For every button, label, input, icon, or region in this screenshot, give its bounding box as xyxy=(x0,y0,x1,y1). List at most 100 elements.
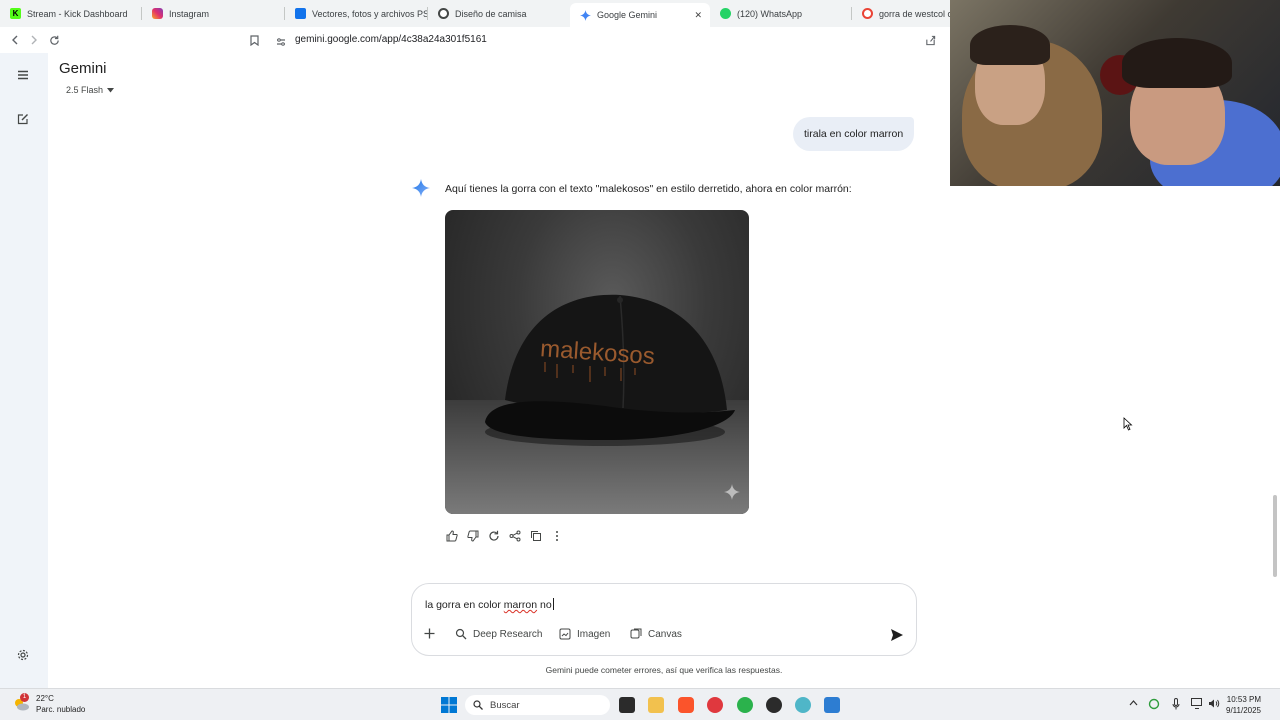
tab-diseno-camisa[interactable]: Diseño de camisa xyxy=(428,0,570,27)
tab-label: Google Gemini xyxy=(597,10,658,20)
scrollbar-thumb[interactable] xyxy=(1273,495,1277,577)
send-icon[interactable] xyxy=(890,628,906,644)
prompt-input[interactable]: la gorra en color marron no xyxy=(425,598,554,611)
webcam-overlay xyxy=(950,0,1280,186)
tab-instagram[interactable]: Instagram xyxy=(142,0,285,27)
browser-toolbar: gemini.google.com/app/4c38a24a301f5161 xyxy=(0,27,950,53)
imagen-button[interactable]: Imagen xyxy=(559,628,610,640)
deep-research-label: Deep Research xyxy=(473,628,543,640)
canvas-label: Canvas xyxy=(648,628,682,640)
disclaimer-text: Gemini puede cometer errores, así que ve… xyxy=(545,665,783,675)
deep-research-button[interactable]: Deep Research xyxy=(455,628,542,640)
more-options-icon[interactable] xyxy=(550,529,563,542)
person-left-hair xyxy=(970,25,1050,65)
settings-icon[interactable] xyxy=(17,649,29,664)
tab-kick-dashboard[interactable]: K Stream - Kick Dashboard xyxy=(0,0,142,27)
tray-volume-icon[interactable] xyxy=(1208,698,1220,712)
model-selector[interactable]: 2.5 Flash xyxy=(60,82,120,97)
person-right-hair xyxy=(1122,38,1232,88)
site-info-icon[interactable] xyxy=(276,34,286,52)
canvas-button[interactable]: Canvas xyxy=(630,628,682,640)
prompt-text: la gorra en color xyxy=(425,599,504,611)
share-response-icon[interactable] xyxy=(508,529,521,542)
bookmark-icon[interactable] xyxy=(244,30,264,50)
tab-label: Vectores, fotos y archivos PSD xyxy=(312,8,428,19)
back-icon[interactable] xyxy=(5,30,25,50)
tray-chevron-up-icon[interactable] xyxy=(1129,698,1138,709)
forward-icon[interactable] xyxy=(24,30,44,50)
mouse-cursor-icon xyxy=(1123,417,1133,436)
text-caret xyxy=(552,598,554,610)
whatsapp-icon xyxy=(720,8,731,19)
new-chat-icon[interactable] xyxy=(17,113,29,128)
weather-widget[interactable]: 1 22°C Parc. nublado xyxy=(12,693,85,715)
search-placeholder: Buscar xyxy=(490,699,520,711)
tab-whatsapp[interactable]: (120) WhatsApp xyxy=(710,0,852,27)
web-icon xyxy=(438,8,449,19)
tray-microphone-icon[interactable] xyxy=(1172,698,1180,713)
share-icon[interactable] xyxy=(920,30,940,50)
windows-start-icon[interactable] xyxy=(441,697,457,713)
google-search-icon xyxy=(862,8,873,19)
tab-strip: K Stream - Kick Dashboard Instagram Vect… xyxy=(0,0,950,27)
deep-research-icon xyxy=(455,628,467,640)
taskbar-clock[interactable]: 10:53 PM 9/11/2025 xyxy=(1226,694,1261,716)
add-attachment-button[interactable] xyxy=(424,628,435,639)
tab-freepik[interactable]: Vectores, fotos y archivos PSD xyxy=(285,0,428,27)
windows-taskbar: 1 22°C Parc. nublado Buscar 10:53 PM 9/1… xyxy=(0,688,1280,720)
clock-time: 10:53 PM xyxy=(1226,695,1261,704)
app-title: Gemini xyxy=(59,60,107,77)
prompt-composer[interactable]: la gorra en color marron no Deep Researc… xyxy=(411,583,917,656)
copy-icon[interactable] xyxy=(529,529,542,542)
file-explorer-icon[interactable] xyxy=(648,697,664,713)
desktop-blank-area xyxy=(950,186,1280,688)
app-green-icon[interactable] xyxy=(737,697,753,713)
thumbs-up-icon[interactable] xyxy=(445,529,458,542)
tab-google-gemini[interactable]: Google Gemini ✕ xyxy=(570,3,710,27)
thumbs-down-icon[interactable] xyxy=(466,529,479,542)
weather-temp: 22°C xyxy=(36,694,54,703)
instagram-icon xyxy=(152,8,163,19)
plus-icon xyxy=(424,628,435,639)
tab-label: Diseño de camisa xyxy=(455,8,527,19)
freepik-icon xyxy=(295,8,306,19)
kick-icon: K xyxy=(10,8,21,19)
app-blue-icon[interactable] xyxy=(795,697,811,713)
search-icon xyxy=(473,700,483,710)
reload-icon[interactable] xyxy=(44,30,64,50)
tab-label: (120) WhatsApp xyxy=(737,8,803,19)
prompt-text-misspelled: marron xyxy=(503,599,538,611)
app-window-icon[interactable] xyxy=(824,697,840,713)
tab-label: Stream - Kick Dashboard xyxy=(27,8,128,19)
prompt-text: no xyxy=(537,599,552,611)
weather-icon: 1 xyxy=(12,693,30,713)
response-actions xyxy=(445,529,563,542)
weather-badge: 1 xyxy=(20,693,29,702)
image-icon xyxy=(559,628,571,640)
canvas-icon xyxy=(630,628,642,639)
user-message: tirala en color marron xyxy=(793,117,915,151)
clock-date: 9/11/2025 xyxy=(1226,706,1261,715)
taskbar-search[interactable]: Buscar xyxy=(465,695,610,715)
menu-icon[interactable] xyxy=(17,68,29,83)
address-bar[interactable]: gemini.google.com/app/4c38a24a301f5161 xyxy=(295,34,487,45)
gemini-spark-icon xyxy=(412,179,430,202)
chevron-down-icon xyxy=(107,85,115,95)
tray-sync-icon[interactable] xyxy=(1148,698,1160,713)
brave-browser-icon[interactable] xyxy=(678,697,694,713)
tab-label: gorra de westcol or xyxy=(879,8,950,19)
assistant-message: Aquí tienes la gorra con el texto "malek… xyxy=(445,183,852,195)
close-icon[interactable]: ✕ xyxy=(694,10,702,21)
tray-network-icon[interactable] xyxy=(1191,698,1203,712)
gemini-icon xyxy=(580,9,591,21)
app-red-icon[interactable] xyxy=(707,697,723,713)
model-label: 2.5 Flash xyxy=(66,84,104,95)
task-view-icon[interactable] xyxy=(619,697,635,713)
cap-illustration: malekosos xyxy=(485,294,735,446)
obs-icon[interactable] xyxy=(766,697,782,713)
generated-cap-image[interactable]: malekosos xyxy=(445,210,749,514)
tab-label: Instagram xyxy=(169,8,210,19)
regenerate-icon[interactable] xyxy=(487,529,500,542)
tab-gorra-search[interactable]: gorra de westcol or xyxy=(852,0,950,27)
side-rail xyxy=(0,53,48,688)
